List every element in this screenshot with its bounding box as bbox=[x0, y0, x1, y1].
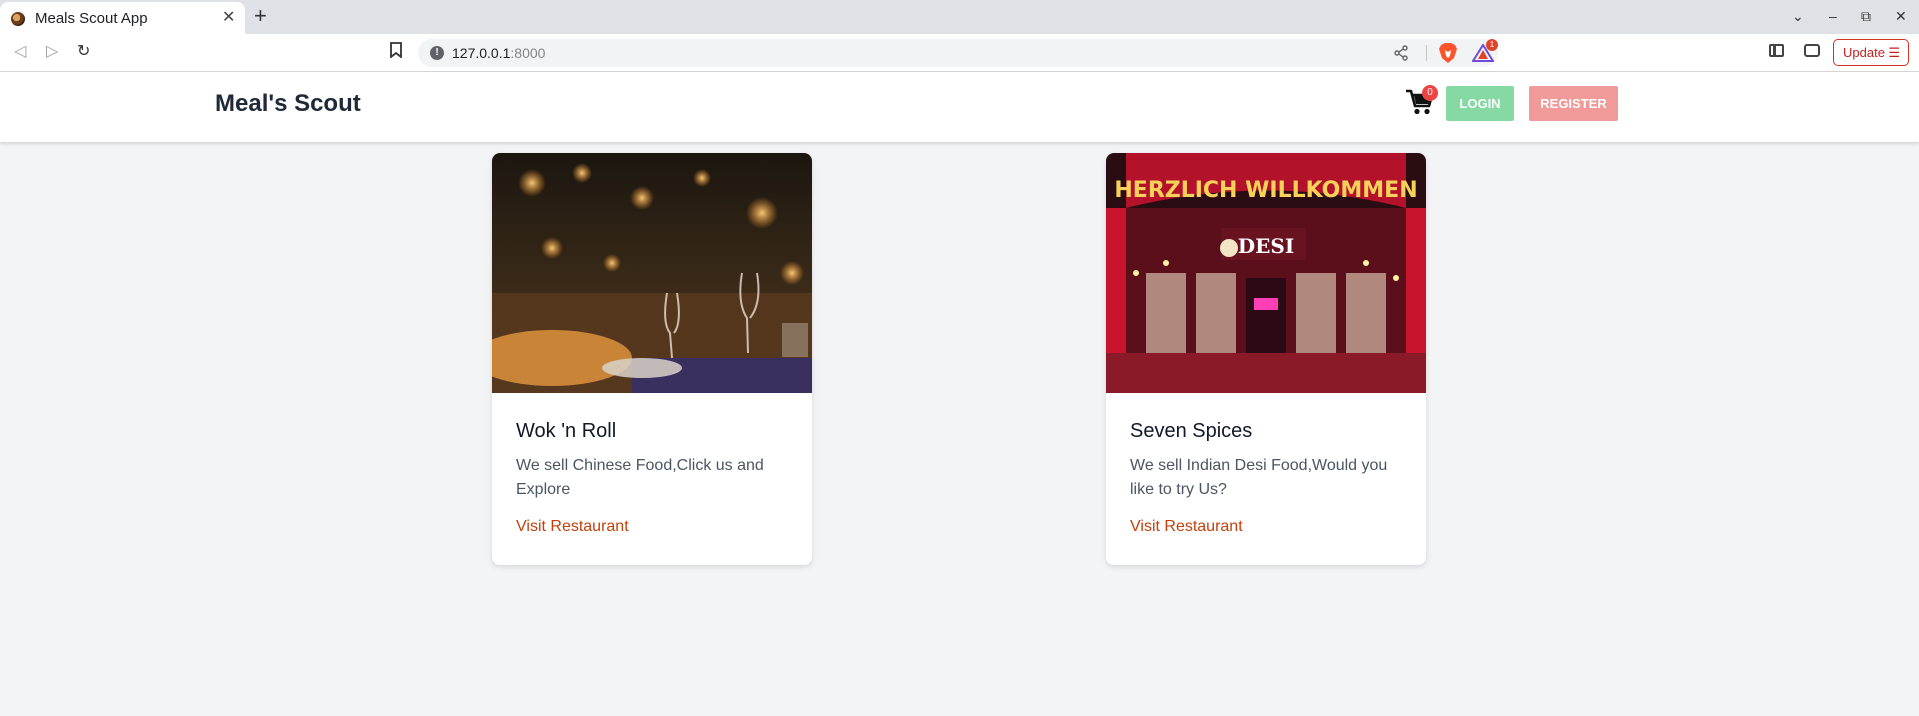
restaurant-card: HERZLICH WILLKOMMEN DESI Seven Spices We… bbox=[1106, 153, 1426, 565]
sidebar-icon[interactable] bbox=[1769, 44, 1784, 57]
browser-tab[interactable]: Meals Scout App ✕ bbox=[0, 2, 245, 34]
info-icon[interactable]: ! bbox=[430, 46, 444, 60]
visit-restaurant-link[interactable]: Visit Restaurant bbox=[1130, 518, 1243, 536]
bookmark-icon[interactable] bbox=[390, 42, 402, 58]
cart-count-badge: 0 bbox=[1422, 85, 1438, 101]
update-label: Update bbox=[1843, 45, 1885, 60]
address-bar[interactable]: ! 127.0.0.1:8000 1 bbox=[418, 39, 1498, 67]
restore-icon[interactable]: ⧉ bbox=[1861, 6, 1871, 26]
restaurant-description: We sell Indian Desi Food,Would you like … bbox=[1130, 457, 1388, 498]
tab-title: Meals Scout App bbox=[35, 10, 148, 27]
tab-list-icon[interactable]: ⌄ bbox=[1792, 6, 1804, 26]
sign-logo: DESI bbox=[1238, 234, 1294, 258]
restaurant-image: HERZLICH WILLKOMMEN DESI bbox=[1106, 153, 1426, 393]
omnibox-divider bbox=[1426, 45, 1427, 61]
restaurant-name: Wok 'n Roll bbox=[516, 420, 617, 442]
sign-text: HERZLICH WILLKOMMEN bbox=[1114, 178, 1417, 203]
brand-logo[interactable]: Meal's Scout bbox=[215, 90, 361, 118]
brave-shields-icon[interactable] bbox=[1438, 42, 1458, 64]
rewards-badge: 1 bbox=[1486, 39, 1498, 51]
url-host: 127.0.0.1 bbox=[452, 45, 511, 61]
login-button[interactable]: LOGIN bbox=[1446, 86, 1514, 121]
favicon-icon bbox=[11, 12, 25, 26]
url-text[interactable]: 127.0.0.1:8000 bbox=[452, 45, 545, 61]
close-icon[interactable]: ✕ bbox=[1895, 6, 1907, 26]
new-tab-button[interactable]: + bbox=[254, 3, 267, 29]
reload-icon[interactable]: ↻ bbox=[77, 41, 90, 63]
restaurant-description: We sell Chinese Food,Click us and Explor… bbox=[516, 457, 764, 498]
tab-close-icon[interactable]: ✕ bbox=[222, 8, 235, 28]
forward-icon[interactable]: ▷ bbox=[46, 41, 58, 63]
visit-restaurant-link[interactable]: Visit Restaurant bbox=[516, 518, 629, 536]
restaurant-name: Seven Spices bbox=[1130, 420, 1253, 442]
register-button[interactable]: REGISTER bbox=[1529, 86, 1618, 121]
url-port: :8000 bbox=[510, 45, 546, 61]
restaurant-image bbox=[492, 153, 812, 393]
share-icon[interactable] bbox=[1394, 45, 1408, 61]
wallet-icon[interactable] bbox=[1804, 44, 1820, 57]
browser-toolbar: ◁ ▷ ↻ ! 127.0.0.1:8000 1 Update ☰ bbox=[0, 34, 1919, 72]
menu-icon: ☰ bbox=[1888, 45, 1900, 60]
update-button[interactable]: Update ☰ bbox=[1833, 39, 1909, 66]
app-header: Meal's Scout 0 LOGIN REGISTER bbox=[0, 72, 1919, 142]
restaurant-card: Wok 'n Roll We sell Chinese Food,Click u… bbox=[492, 153, 812, 565]
browser-tab-strip: Meals Scout App ✕ + ⌄ – ⧉ ✕ bbox=[0, 0, 1919, 34]
back-icon[interactable]: ◁ bbox=[14, 41, 26, 63]
minimize-icon[interactable]: – bbox=[1829, 6, 1837, 26]
